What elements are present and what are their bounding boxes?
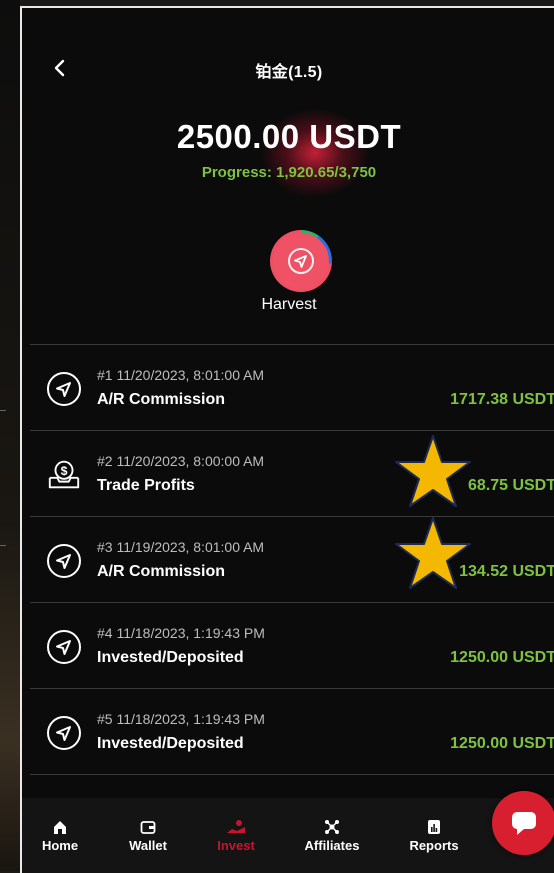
home-icon: [22, 818, 100, 836]
transaction-title: Invested/Deposited: [97, 649, 244, 666]
tab-label: Invest: [217, 838, 255, 853]
transaction-amount: 68.75 USDT: [467, 477, 554, 494]
page-title: 铂金(1.5): [255, 64, 323, 81]
harvest-button[interactable]: [270, 230, 332, 292]
list-item[interactable]: #4 11/18/2023, 1:19:43 PM Invested/Depos…: [30, 602, 554, 688]
transaction-amount: 134.52 USDT: [459, 563, 554, 580]
reports-icon: [394, 818, 474, 836]
send-icon: [288, 248, 314, 274]
chat-icon: [512, 812, 536, 835]
tab-label: Affiliates: [304, 838, 360, 853]
app-screen: 铂金(1.5) 2500.00 USDT Progress: 1,920.65/…: [20, 6, 554, 873]
harvest-icon-bg: [273, 233, 329, 289]
list-item[interactable]: #3 11/19/2023, 8:01:00 AM A/R Commission…: [30, 516, 554, 602]
tab-label: Wallet: [129, 838, 167, 853]
tab-label: Reports: [409, 838, 459, 853]
total-amount: 2500.00 USDT: [176, 118, 402, 155]
tab-wallet[interactable]: Wallet: [108, 818, 188, 853]
tab-label: Home: [41, 838, 79, 853]
tab-reports[interactable]: Reports: [394, 818, 474, 853]
send-icon: [46, 629, 82, 665]
transaction-title: Invested/Deposited: [97, 735, 244, 752]
tab-home[interactable]: Home: [22, 818, 100, 853]
send-icon: [46, 543, 82, 579]
transaction-amount: 1250.00 USDT: [450, 735, 554, 752]
transaction-list: #1 11/20/2023, 8:01:00 AM A/R Commission…: [30, 344, 554, 775]
star-icon: [395, 517, 471, 589]
tab-invest[interactable]: Invest: [196, 818, 276, 853]
svg-text:$: $: [61, 464, 68, 478]
transaction-title: A/R Commission: [97, 391, 226, 408]
invest-icon: [196, 818, 276, 836]
list-item[interactable]: #1 11/20/2023, 8:01:00 AM A/R Commission…: [30, 344, 554, 430]
list-item[interactable]: $ #2 11/20/2023, 8:00:00 AM Trade Profit…: [30, 430, 554, 516]
transaction-meta: #3 11/19/2023, 8:01:00 AM: [97, 539, 265, 555]
harvest-label: Harvest: [261, 296, 317, 313]
transaction-title: Trade Profits: [97, 477, 195, 494]
star-icon: [395, 435, 471, 507]
divider: [0, 410, 6, 411]
list-item[interactable]: #5 11/18/2023, 1:19:43 PM Invested/Depos…: [30, 688, 554, 775]
transaction-meta: #5 11/18/2023, 1:19:43 PM: [97, 711, 265, 727]
transaction-title: A/R Commission: [97, 563, 226, 580]
divider: [0, 545, 6, 546]
chat-button[interactable]: [492, 791, 554, 855]
send-icon: [46, 371, 82, 407]
send-icon: [46, 715, 82, 751]
transaction-amount: 1250.00 USDT: [450, 649, 554, 666]
wallet-icon: [108, 818, 188, 836]
progress-text: Progress: 1,920.65/3,750: [201, 164, 377, 181]
tab-affiliates[interactable]: Affiliates: [292, 818, 372, 853]
background-strip: [0, 0, 20, 871]
transaction-amount: 1717.38 USDT: [450, 391, 554, 408]
transaction-meta: #4 11/18/2023, 1:19:43 PM: [97, 625, 265, 641]
dollar-tray-icon: $: [46, 457, 82, 493]
affiliates-icon: [292, 818, 372, 836]
bottom-tab-bar: Home Wallet Invest Affiliates Reports: [22, 798, 554, 873]
transaction-meta: #2 11/20/2023, 8:00:00 AM: [97, 453, 265, 469]
transaction-meta: #1 11/20/2023, 8:01:00 AM: [97, 367, 265, 383]
